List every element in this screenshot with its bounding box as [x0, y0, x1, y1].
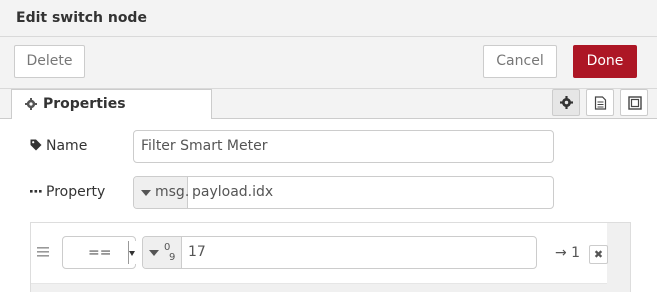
property-label-row: Property: [30, 184, 105, 200]
rule-row: == 09 17 → 1 ✖: [31, 223, 608, 284]
properties-panel: Name Filter Smart Meter Property msg. pa…: [0, 119, 657, 292]
tab-properties-label: Properties: [43, 96, 126, 112]
rule-value-input[interactable]: 09 17: [142, 236, 537, 269]
dialog-toolbar: Delete Cancel Done: [0, 37, 657, 89]
tag-icon: [30, 139, 42, 151]
ellipsis-icon: [30, 190, 42, 193]
property-input[interactable]: msg. payload.idx: [133, 176, 554, 209]
file-text-icon: [594, 96, 607, 110]
cog-icon: [560, 96, 573, 109]
rules-list: == 09 17 → 1 ✖: [30, 222, 631, 292]
close-icon[interactable]: ✖: [589, 245, 608, 264]
rule-value-type-select[interactable]: 09: [143, 237, 182, 268]
number-type-glyph-bottom: 9: [169, 252, 176, 263]
cancel-button[interactable]: Cancel: [483, 45, 557, 78]
property-type-select[interactable]: msg.: [134, 177, 190, 208]
window-maximize-icon: [628, 96, 642, 110]
name-input-value: Filter Smart Meter: [141, 138, 268, 154]
caret-down-icon: [149, 250, 159, 256]
operator-select[interactable]: ==: [62, 236, 136, 269]
cog-icon: [25, 98, 37, 110]
dialog-title: Edit switch node: [16, 10, 147, 26]
name-label: Name: [46, 138, 88, 154]
number-type-icon: 09: [164, 243, 175, 263]
operator-value: ==: [88, 245, 112, 261]
rule-value: 17: [188, 244, 206, 260]
bars-icon[interactable]: [37, 247, 49, 257]
property-input-value: payload.idx: [192, 184, 274, 200]
tabs-row: Properties: [0, 89, 657, 120]
property-type-prefix: msg.: [155, 184, 190, 200]
caret-down-icon: [141, 190, 151, 196]
description-tab-button[interactable]: [586, 89, 614, 116]
name-label-row: Name: [30, 138, 87, 154]
done-button[interactable]: Done: [573, 45, 637, 78]
settings-tab-button[interactable]: [552, 89, 580, 116]
name-input[interactable]: Filter Smart Meter: [133, 130, 554, 163]
property-label: Property: [46, 184, 106, 200]
dialog-titlebar: Edit switch node: [0, 0, 657, 37]
caret-down-icon: [128, 241, 136, 264]
appearance-tab-button[interactable]: [620, 89, 648, 116]
tab-properties[interactable]: Properties: [11, 89, 212, 120]
rule-output-label: → 1: [555, 245, 581, 261]
delete-button[interactable]: Delete: [14, 45, 85, 78]
